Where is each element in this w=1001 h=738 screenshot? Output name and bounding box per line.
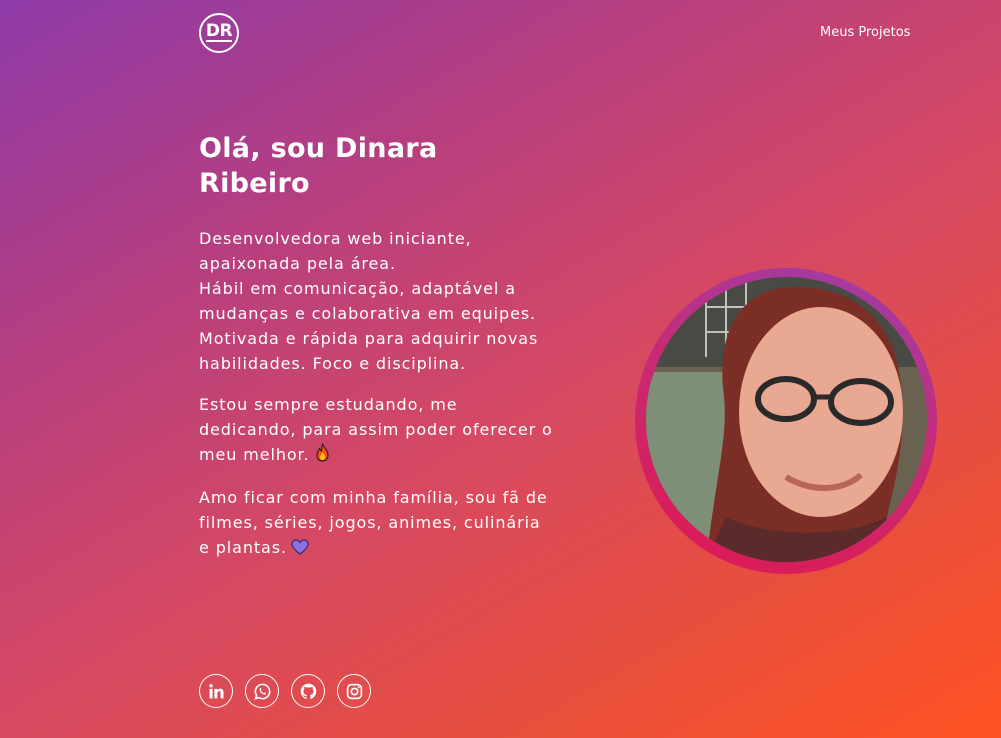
profile-photo: [646, 277, 927, 562]
page-title: Olá, sou Dinara Ribeiro: [199, 133, 438, 199]
github-link[interactable]: [291, 674, 325, 708]
github-icon: [300, 683, 316, 699]
nav-link-projects[interactable]: Meus Projetos: [820, 25, 910, 40]
bio-line: Motivada e rápida para adquirir novas ha…: [199, 329, 539, 373]
avatar-frame: [635, 268, 937, 574]
linkedin-icon: [208, 683, 224, 698]
whatsapp-link[interactable]: [245, 674, 279, 708]
bio: Desenvolvedora web iniciante, apaixonada…: [199, 226, 554, 578]
bio-line: Desenvolvedora web iniciante, apaixonada…: [199, 229, 472, 273]
instagram-icon: [346, 683, 362, 699]
linkedin-link[interactable]: [199, 674, 233, 708]
bio-text: Estou sempre estudando, me dedicando, pa…: [199, 395, 553, 464]
bio-line: Hábil em comunicação, adaptável a mudanç…: [199, 279, 537, 323]
bio-paragraph-study: Estou sempre estudando, me dedicando, pa…: [199, 392, 554, 469]
social-links: [199, 674, 371, 708]
fire-icon: [314, 442, 331, 469]
instagram-link[interactable]: [337, 674, 371, 708]
logo-text: DR: [205, 21, 233, 42]
bio-paragraph-intro: Desenvolvedora web iniciante, apaixonada…: [199, 226, 554, 376]
purple-heart-icon: [291, 537, 309, 562]
logo-button[interactable]: DR: [199, 13, 239, 53]
whatsapp-icon: [253, 683, 270, 700]
bio-text: Amo ficar com minha família, sou fã de f…: [199, 488, 548, 557]
bio-paragraph-hobbies: Amo ficar com minha família, sou fã de f…: [199, 485, 554, 562]
